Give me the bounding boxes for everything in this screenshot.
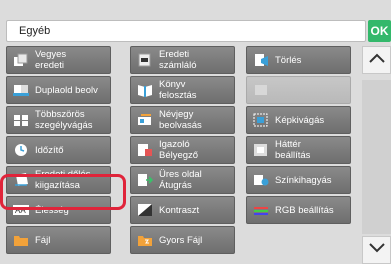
timer-icon (12, 143, 29, 158)
contrast-button[interactable]: Kontraszt (130, 196, 235, 224)
erase-button[interactable]: Törlés (246, 46, 351, 74)
scroll-up-button[interactable] (362, 46, 391, 74)
book-divide-icon (136, 83, 153, 98)
mixed-originals-button[interactable]: Vegyes eredeti (6, 46, 111, 74)
business-card-button[interactable]: Névjegy beolvasás (130, 106, 235, 134)
book-divide-button[interactable]: Könyv felosztás (130, 76, 235, 104)
contrast-icon (136, 203, 153, 218)
screen: Egyéb OK Vegyes eredeti Eredeti számláló T… (0, 0, 391, 264)
scrollbar-track (362, 80, 391, 234)
dual-page-scan-icon (12, 83, 29, 98)
rgb-adjust-button[interactable]: RGB beállítás (246, 196, 351, 224)
ok-button[interactable]: OK (368, 20, 391, 42)
timer-button[interactable]: Időzítő (6, 136, 111, 164)
multi-crop-icon (12, 113, 29, 128)
image-crop-button[interactable]: Képkivágás (246, 106, 351, 134)
color-dropout-button[interactable]: Színkihagyás (246, 166, 351, 194)
file-button[interactable]: Fájl (6, 226, 111, 254)
original-counter-button[interactable]: Eredeti számláló (130, 46, 235, 74)
dual-page-scan-button[interactable]: Duplaold beolv (6, 76, 111, 104)
function-grid: Vegyes eredeti Eredeti számláló Törlés Dup… (6, 46, 360, 264)
quick-file-icon (136, 233, 153, 248)
verification-stamp-button[interactable]: Igazoló Bélyegző (130, 136, 235, 164)
scroll-down-button[interactable] (362, 236, 391, 264)
file-icon (12, 233, 29, 248)
rgb-adjust-icon (252, 203, 269, 218)
background-adjust-button[interactable]: Háttér beállítás (246, 136, 351, 164)
chevron-up-icon (368, 51, 386, 69)
business-card-icon (136, 113, 153, 128)
blank-page-skip-button[interactable]: Üres oldal Átugrás (130, 166, 235, 194)
blank-page-skip-icon (136, 173, 153, 188)
image-crop-icon (252, 113, 269, 128)
page-title: Egyéb (19, 25, 51, 37)
disabled-function-icon (252, 83, 269, 98)
multi-crop-button[interactable]: Többszörös szegélyvágás (6, 106, 111, 134)
erase-icon (252, 53, 269, 68)
verification-stamp-icon (136, 143, 153, 158)
header-bar: Egyéb (6, 20, 366, 42)
highlight-frame (0, 174, 126, 210)
disabled-function-button (246, 76, 351, 104)
chevron-down-icon (368, 241, 386, 259)
background-adjust-icon (252, 143, 269, 158)
mixed-originals-icon (12, 53, 29, 68)
quick-file-button[interactable]: Gyors Fájl (130, 226, 235, 254)
original-counter-icon (136, 53, 153, 68)
color-dropout-icon (252, 173, 269, 188)
